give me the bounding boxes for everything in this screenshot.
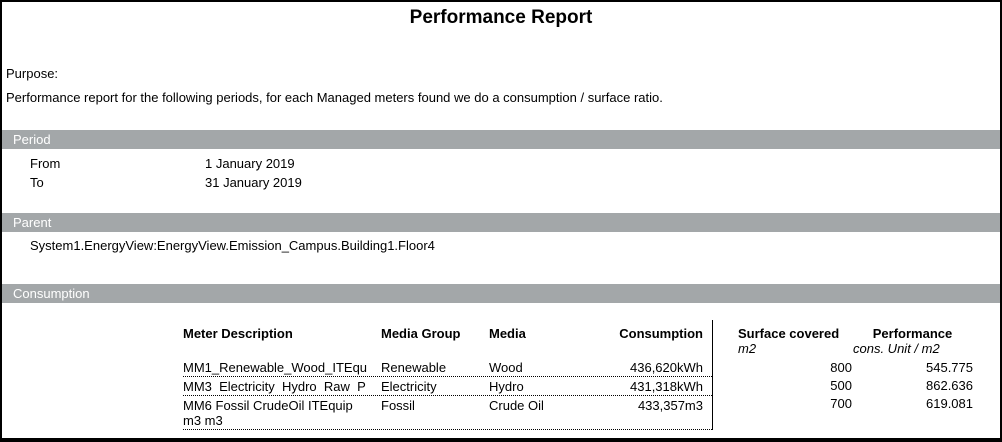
surface-unit-label: m2 — [738, 341, 852, 356]
cell-media: Crude Oil — [489, 398, 559, 428]
cell-media-group: Renewable — [381, 360, 489, 375]
cell-consumption: 431,318kWh — [559, 379, 703, 394]
table-row: MM3 Electricity Hydro Raw P Electricity … — [183, 377, 712, 396]
cell-surface-covered: 700 — [738, 396, 852, 411]
table-column-divider — [712, 320, 713, 430]
table-row: 800 545.775 — [738, 358, 973, 376]
period-from-label: From — [30, 156, 60, 171]
performance-report-page: Performance Report Purpose: Performance … — [0, 0, 1002, 442]
consumption-table-left: Meter Description Media Group Media Cons… — [183, 326, 712, 430]
table-row: MM6 Fossil CrudeOil ITEquip m3 m3 Fossil… — [183, 396, 712, 430]
cell-performance: 862.636 — [852, 378, 973, 393]
purpose-description: Performance report for the following per… — [6, 90, 663, 105]
table-row: 500 862.636 — [738, 376, 973, 394]
page-title: Performance Report — [2, 7, 1000, 29]
period-to-label: To — [30, 175, 44, 190]
col-header-surface-covered: Surface covered m2 — [738, 326, 852, 356]
col-header-performance: Performance cons. Unit / m2 — [852, 326, 973, 356]
period-from-value: 1 January 2019 — [205, 156, 295, 171]
cell-meter-description: MM3 Electricity Hydro Raw P — [183, 379, 381, 394]
section-header-consumption: Consumption — [2, 284, 1000, 303]
col-header-media: Media — [489, 326, 559, 341]
consumption-table-right: Surface covered m2 Performance cons. Uni… — [738, 326, 973, 412]
cell-meter-description: MM1_Renewable_Wood_ITEqu — [183, 360, 381, 375]
cell-media: Wood — [489, 360, 559, 375]
section-header-period: Period — [2, 130, 1000, 149]
cell-media: Hydro — [489, 379, 559, 394]
purpose-label: Purpose: — [6, 66, 58, 81]
cell-surface-covered: 500 — [738, 378, 852, 393]
table-row: 700 619.081 — [738, 394, 973, 412]
col-header-media-group: Media Group — [381, 326, 489, 341]
period-to-value: 31 January 2019 — [205, 175, 302, 190]
section-header-parent: Parent — [2, 213, 1000, 232]
cell-consumption: 436,620kWh — [559, 360, 703, 375]
cell-performance: 545.775 — [852, 360, 973, 375]
cell-meter-description: MM6 Fossil CrudeOil ITEquip m3 m3 — [183, 398, 381, 428]
col-header-consumption: Consumption — [559, 326, 703, 341]
cell-surface-covered: 800 — [738, 360, 852, 375]
cell-performance: 619.081 — [852, 396, 973, 411]
col-header-meter-description: Meter Description — [183, 326, 381, 341]
ratio-table-header: Surface covered m2 Performance cons. Uni… — [738, 326, 973, 356]
table-row: MM1_Renewable_Wood_ITEqu Renewable Wood … — [183, 358, 712, 377]
parent-path: System1.EnergyView:EnergyView.Emission_C… — [30, 238, 435, 253]
consumption-table-header: Meter Description Media Group Media Cons… — [183, 326, 712, 341]
performance-unit-label: cons. Unit / m2 — [852, 341, 973, 356]
cell-media-group: Fossil — [381, 398, 489, 428]
cell-media-group: Electricity — [381, 379, 489, 394]
cell-consumption: 433,357m3 — [559, 398, 703, 428]
